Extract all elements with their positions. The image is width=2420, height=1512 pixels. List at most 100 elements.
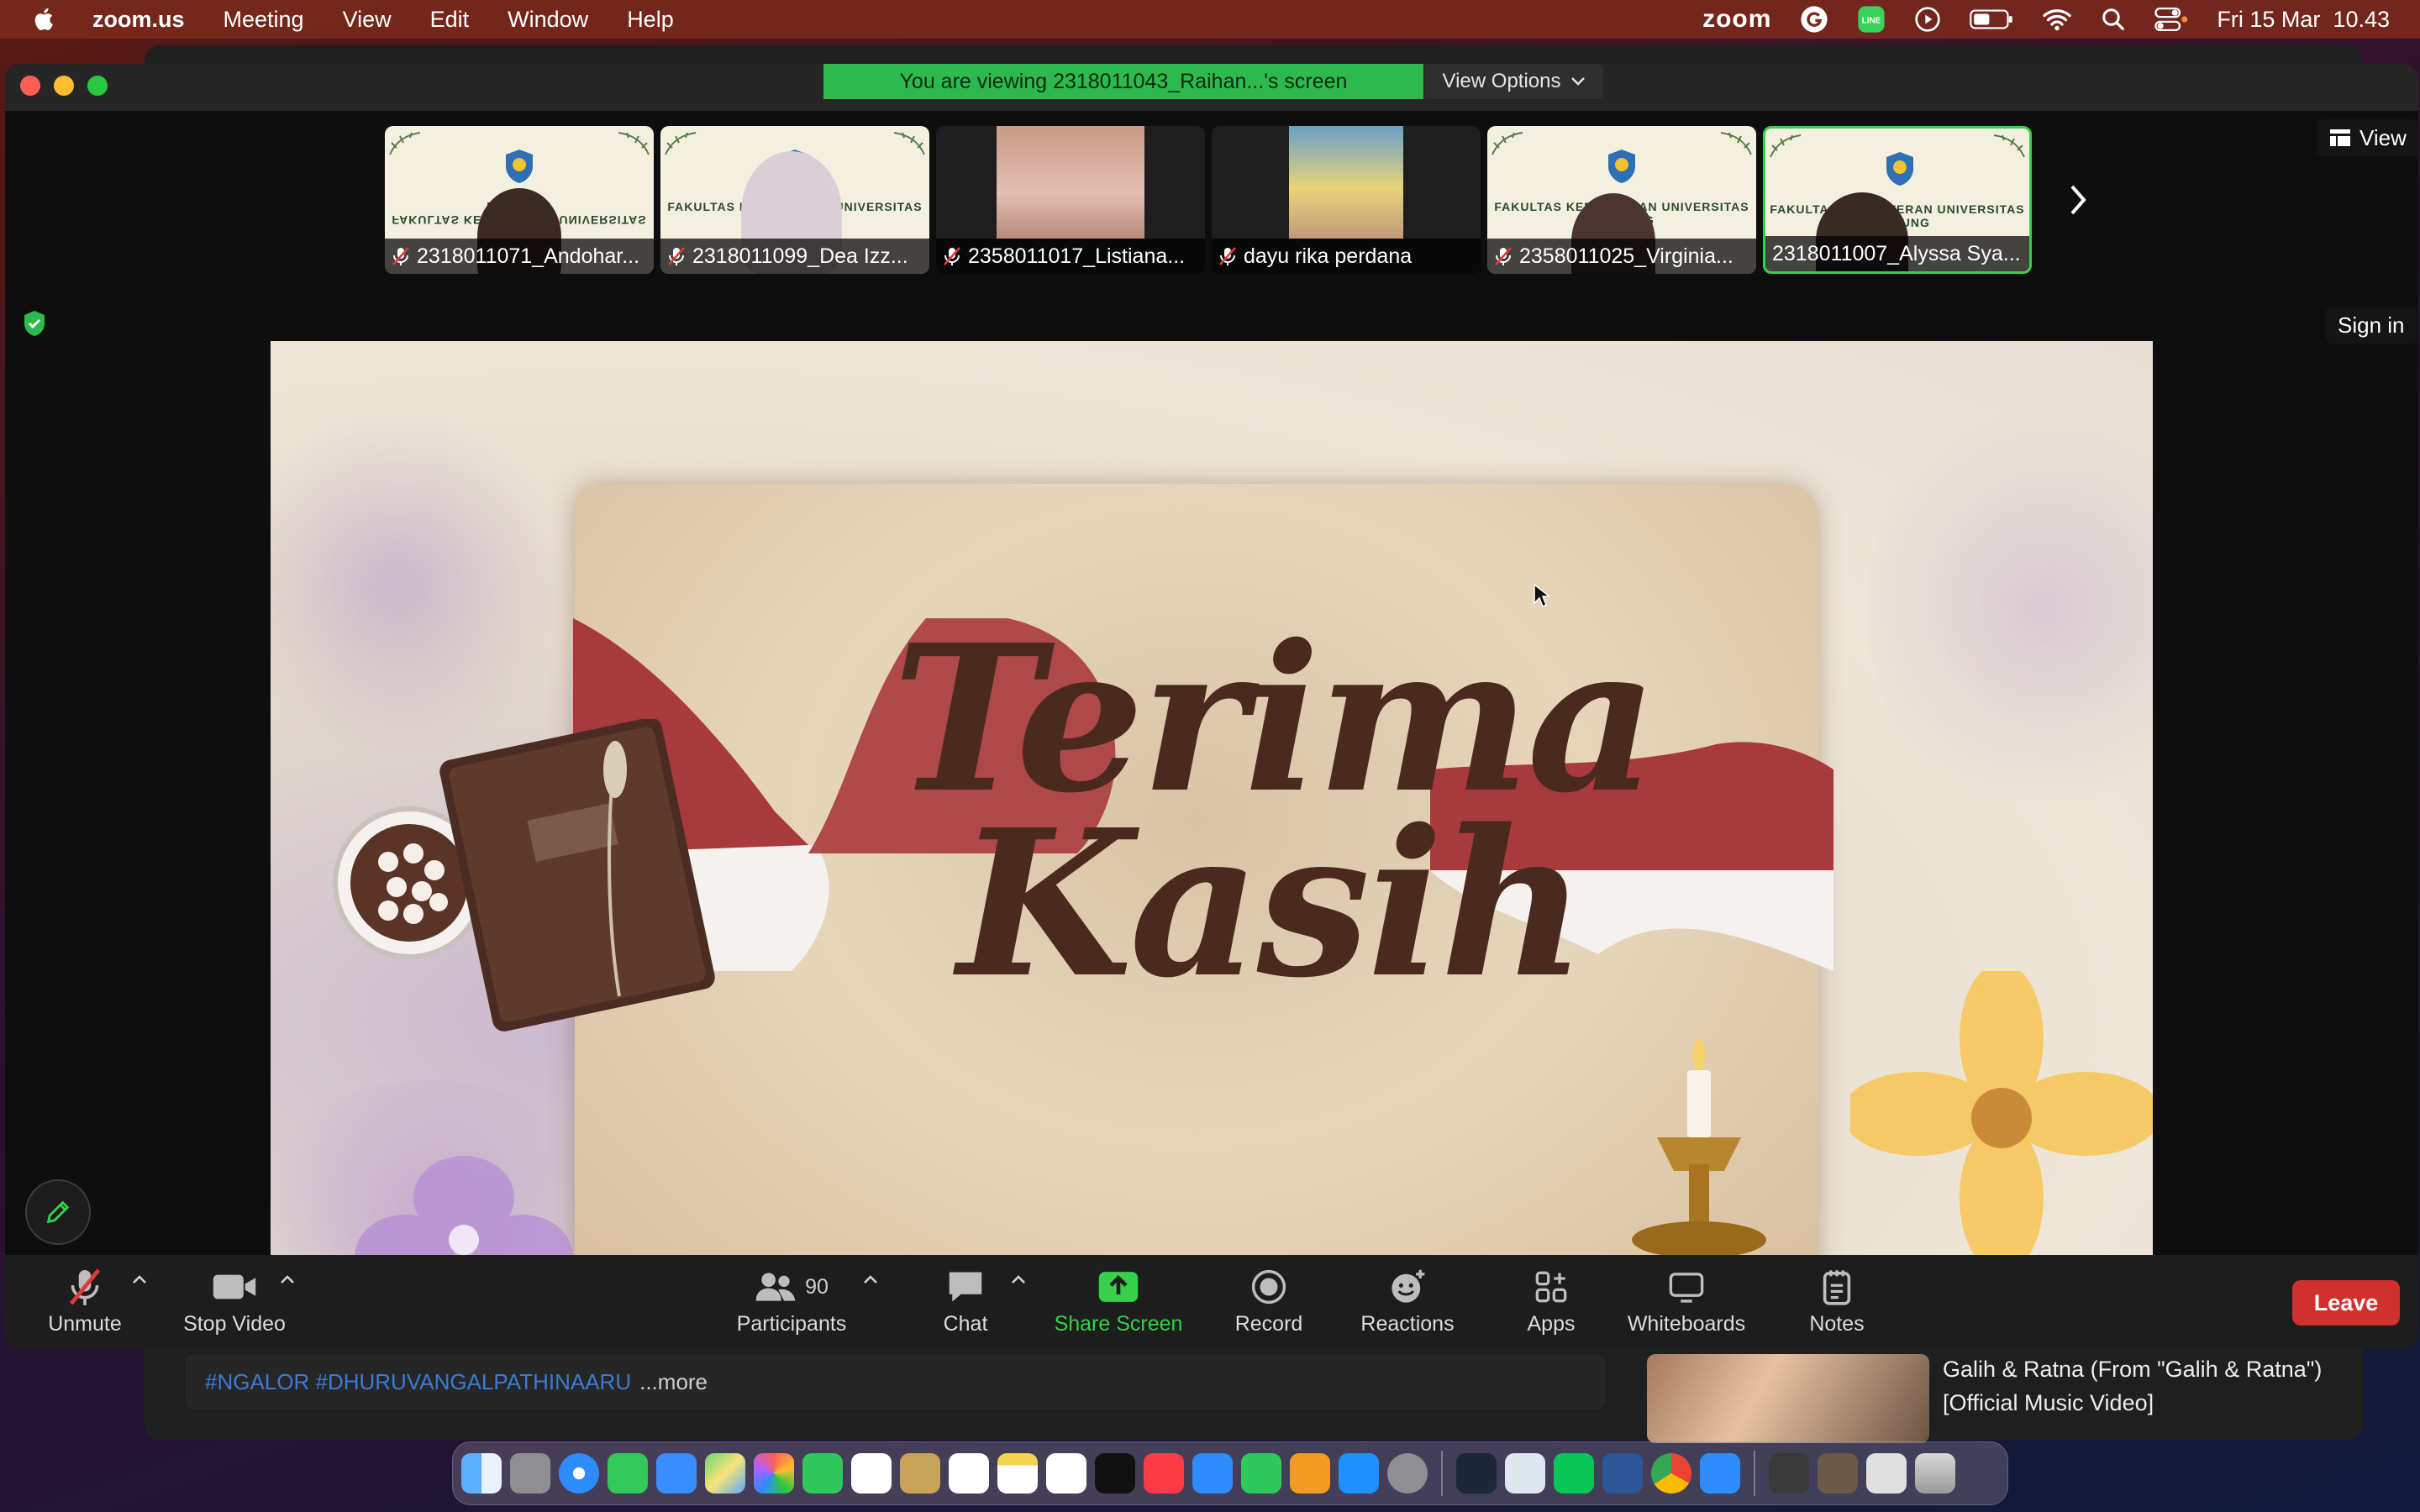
shared-screen-slide: Terima Kasih <box>271 341 2153 1309</box>
muted-mic-icon <box>668 247 685 265</box>
chevron-up-icon[interactable] <box>279 1273 296 1285</box>
muted-mic-icon <box>944 247 960 265</box>
video-thumbnail[interactable] <box>1647 1354 1929 1443</box>
apps-button[interactable]: Apps <box>1524 1255 1578 1349</box>
annotate-button[interactable] <box>25 1179 91 1245</box>
dock-tv-icon[interactable] <box>1095 1453 1135 1494</box>
chevron-up-icon[interactable] <box>1010 1273 1027 1285</box>
chat-label: Chat <box>943 1312 988 1336</box>
line-status-icon[interactable]: LINE <box>1857 5 1886 34</box>
dock-chrome-icon[interactable] <box>1651 1453 1691 1494</box>
muted-mic-icon <box>69 1268 101 1305</box>
dock-numbers-icon[interactable] <box>1241 1453 1281 1494</box>
video-title[interactable]: Galih & Ratna (From "Galih & Ratna") [Of… <box>1943 1352 2346 1420</box>
play-icon[interactable] <box>1914 6 1941 33</box>
notes-button[interactable]: Notes <box>1807 1255 1867 1349</box>
menu-edit[interactable]: Edit <box>430 7 470 33</box>
dock-line-icon[interactable] <box>1554 1453 1594 1494</box>
zoom-status-item[interactable]: zoom <box>1702 5 1771 34</box>
stop-video-button[interactable]: Stop Video <box>180 1255 289 1349</box>
mouse-cursor-icon <box>1534 583 1549 608</box>
participant-tile[interactable]: FAKULTAS KEDOKTERAN UNIVERSITAS LAMPUNG … <box>660 126 929 274</box>
dock-reminders-icon[interactable] <box>949 1453 989 1494</box>
dock-word-icon[interactable] <box>1602 1453 1643 1494</box>
menu-window[interactable]: Window <box>508 7 588 33</box>
dock-system-settings-icon[interactable] <box>1387 1453 1428 1494</box>
leaf-decoration-icon <box>1491 132 1523 155</box>
stop-video-label: Stop Video <box>183 1312 286 1336</box>
participant-tile[interactable]: FAKULTAS KEDOKTERAN UNIVERSITAS LAMPUNG … <box>1487 126 1756 274</box>
dock-window-1-icon[interactable] <box>1769 1453 1809 1494</box>
dock-separator <box>1441 1451 1443 1496</box>
dock-window-2-icon[interactable] <box>1818 1453 1858 1494</box>
dock-facetime-icon[interactable] <box>802 1453 843 1494</box>
pencil-icon <box>46 1200 70 1224</box>
participants-icon <box>755 1273 796 1301</box>
record-button[interactable]: Record <box>1230 1255 1307 1349</box>
dock-photos-icon[interactable] <box>754 1453 794 1494</box>
menu-clock[interactable]: Fri 15 Mar 10.43 <box>2217 7 2390 33</box>
chat-button[interactable]: Chat <box>936 1255 995 1349</box>
grid-view-icon <box>2330 129 2350 146</box>
window-title-bar: You are viewing 2318011043_Raihan...'s s… <box>5 64 2418 111</box>
leaf-decoration-icon <box>1993 134 2025 158</box>
sign-in-button[interactable]: Sign in <box>2326 307 2417 344</box>
participant-name-bar: 2358011017_Listiana... <box>936 239 1205 274</box>
participants-button[interactable]: 90 Participants <box>733 1255 850 1349</box>
spotlight-search-icon[interactable] <box>2101 7 2126 32</box>
participant-tile[interactable]: 2358011017_Listiana... <box>936 126 1205 274</box>
reactions-button[interactable]: Reactions <box>1360 1255 1455 1349</box>
view-layout-button[interactable]: View <box>2317 119 2418 156</box>
participant-tile[interactable]: FAKULTAS KEDOKTERAN UNIVERSITAS LAMPUNG … <box>385 126 654 274</box>
wifi-icon[interactable] <box>2042 7 2072 32</box>
menu-help[interactable]: Help <box>627 7 674 33</box>
background-video-card[interactable]: Galih & Ratna (From "Galih & Ratna") [Of… <box>1647 1351 2353 1443</box>
dock-preview-icon[interactable] <box>1505 1453 1545 1494</box>
dock-music-icon[interactable] <box>1144 1453 1184 1494</box>
menu-view[interactable]: View <box>343 7 392 33</box>
dock-steam-icon[interactable] <box>1456 1453 1497 1494</box>
dock-safari-icon[interactable] <box>559 1453 599 1494</box>
dock-calendar-icon[interactable] <box>851 1453 892 1494</box>
dock-trash-icon[interactable] <box>1915 1453 1955 1494</box>
chevron-up-icon[interactable] <box>131 1273 148 1285</box>
dock-keynote-icon[interactable] <box>1192 1453 1233 1494</box>
dock-freeform-icon[interactable] <box>1046 1453 1086 1494</box>
participant-name-bar: dayu rika perdana <box>1212 239 1481 274</box>
dock-mail-icon[interactable] <box>656 1453 697 1494</box>
leave-button[interactable]: Leave <box>2292 1280 2400 1326</box>
dock-pages-icon[interactable] <box>1290 1453 1330 1494</box>
floral-background <box>1867 391 2153 828</box>
chevron-right-icon[interactable] <box>2064 181 2092 218</box>
dock-finder-icon[interactable] <box>461 1453 502 1494</box>
hashtags-text[interactable]: #NGALOR #DHURUVANGALPATHINAARU <box>205 1369 631 1395</box>
control-center-icon[interactable] <box>2154 6 2188 33</box>
chevron-up-icon[interactable] <box>862 1273 879 1285</box>
more-link[interactable]: ...more <box>639 1369 708 1395</box>
whiteboards-button[interactable]: Whiteboards <box>1623 1255 1749 1349</box>
view-options-button[interactable]: View Options <box>1425 64 1603 99</box>
grammarly-icon[interactable] <box>1800 5 1828 34</box>
dock-launchpad-icon[interactable] <box>510 1453 550 1494</box>
share-screen-button[interactable]: Share Screen <box>1054 1255 1183 1349</box>
participant-tile-active-speaker[interactable]: FAKULTAS KEDOKTERAN UNIVERSITAS LAMPUNG … <box>1763 126 2032 274</box>
minimize-window-button[interactable] <box>54 76 74 96</box>
close-window-button[interactable] <box>20 76 40 96</box>
menu-meeting[interactable]: Meeting <box>224 7 304 33</box>
record-label: Record <box>1234 1312 1303 1336</box>
unmute-button[interactable]: Unmute <box>42 1255 128 1349</box>
dock-maps-icon[interactable] <box>705 1453 745 1494</box>
dock-window-3-icon[interactable] <box>1866 1453 1907 1494</box>
dock-app-store-icon[interactable] <box>1339 1453 1379 1494</box>
participant-tile[interactable]: dayu rika perdana <box>1212 126 1481 274</box>
apple-icon[interactable] <box>30 5 59 34</box>
dock-notes-icon[interactable] <box>997 1453 1038 1494</box>
dock-messages-icon[interactable] <box>608 1453 648 1494</box>
battery-icon[interactable] <box>1970 8 2013 31</box>
dock-finder-2-icon[interactable] <box>900 1453 940 1494</box>
menu-app-name[interactable]: zoom.us <box>92 7 185 33</box>
dock-zoom-icon[interactable] <box>1700 1453 1740 1494</box>
encryption-shield-icon[interactable] <box>22 309 47 338</box>
fullscreen-window-button[interactable] <box>87 76 108 96</box>
participant-name-bar: 2318011007_Alyssa Sya... <box>1765 236 2029 271</box>
